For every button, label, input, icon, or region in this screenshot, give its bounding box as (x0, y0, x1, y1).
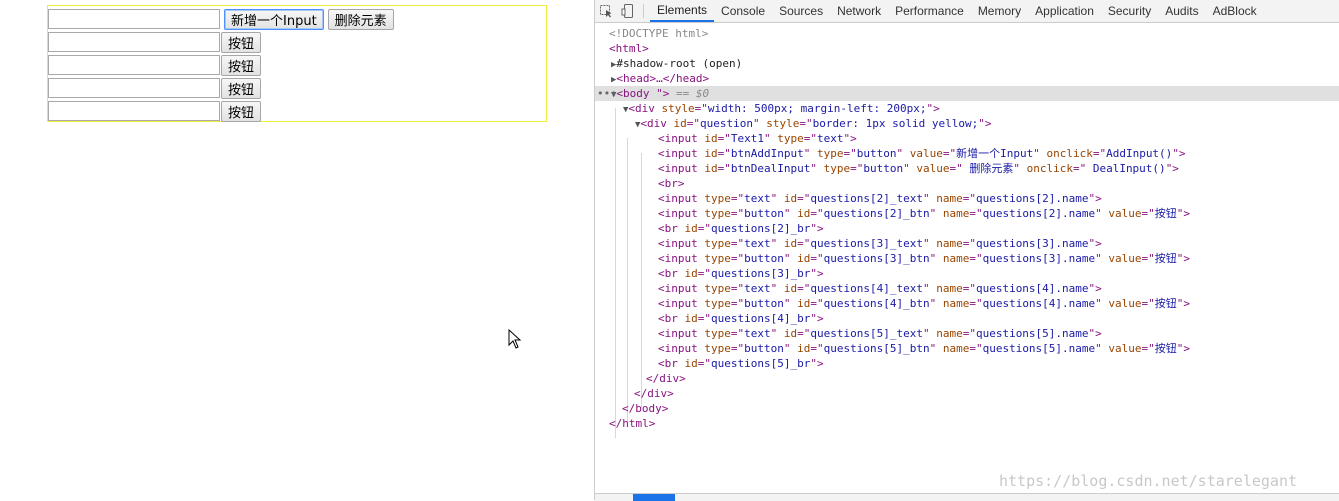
question-5-text-input[interactable] (48, 101, 220, 121)
mouse-cursor-icon (508, 328, 522, 353)
dom-node[interactable]: <input type="text" id="questions[2]_text… (595, 191, 1339, 206)
dom-node[interactable]: <input id="btnDealInput" type="button" v… (595, 161, 1339, 176)
question-row: 按钮 (48, 100, 262, 122)
dom-tree: <!DOCTYPE html> <html> ▶#shadow-root (op… (595, 26, 1339, 438)
dom-node[interactable]: <input type="text" id="questions[5]_text… (595, 326, 1339, 341)
first-row: 新增一个Input 删除元素 (48, 8, 394, 30)
tab-sources[interactable]: Sources (772, 0, 830, 22)
tab-audits[interactable]: Audits (1158, 0, 1205, 22)
rendered-page: 新增一个Input 删除元素 按钮 按钮 按钮 按钮 (0, 0, 594, 500)
dom-node[interactable]: ▼<div id="question" style="border: 1px s… (595, 116, 1339, 131)
dom-node[interactable]: ▼<div style="width: 500px; margin-left: … (595, 101, 1339, 116)
tab-console[interactable]: Console (714, 0, 772, 22)
dom-node[interactable]: <input type="button" id="questions[4]_bt… (595, 296, 1339, 311)
question-3-text-input[interactable] (48, 55, 220, 75)
dom-node[interactable]: <input type="text" id="questions[3]_text… (595, 236, 1339, 251)
dom-node[interactable]: </html> (595, 416, 1339, 431)
tab-elements[interactable]: Elements (650, 0, 715, 22)
dom-node[interactable]: <br id="questions[3]_br"> (595, 266, 1339, 281)
device-toolbar-icon[interactable] (617, 0, 639, 22)
dom-node[interactable]: <input type="button" id="questions[5]_bt… (595, 341, 1339, 356)
question-row: 按钮 (48, 77, 262, 99)
question-container: 新增一个Input 删除元素 按钮 按钮 按钮 按钮 (47, 5, 547, 122)
question-4-text-input[interactable] (48, 78, 220, 98)
devtools-panel: Elements Console Sources Network Perform… (594, 0, 1339, 501)
tab-adblock[interactable]: AdBlock (1206, 0, 1264, 22)
dom-node[interactable]: ▶#shadow-root (open) (595, 56, 1339, 71)
dom-node[interactable]: <input id="btnAddInput" type="button" va… (595, 146, 1339, 161)
dom-node[interactable]: <br id="questions[4]_br"> (595, 311, 1339, 326)
question-2-button[interactable]: 按钮 (221, 31, 262, 53)
dom-node[interactable]: <input type="text" id="questions[4]_text… (595, 281, 1339, 296)
question-5-button[interactable]: 按钮 (221, 100, 262, 122)
tab-memory[interactable]: Memory (971, 0, 1028, 22)
dom-node[interactable]: <input type="button" id="questions[3]_bt… (595, 251, 1339, 266)
dom-node[interactable]: <br id="questions[2]_br"> (595, 221, 1339, 236)
watermark: https://blog.csdn.net/starelegant (999, 472, 1298, 490)
question-3-button[interactable]: 按钮 (221, 54, 262, 76)
question-row: 按钮 (48, 54, 262, 76)
devtools-toolbar: Elements Console Sources Network Perform… (595, 0, 1339, 23)
dom-node[interactable]: </div> (595, 386, 1339, 401)
add-input-button[interactable]: 新增一个Input (224, 8, 324, 30)
tab-performance[interactable]: Performance (888, 0, 971, 22)
question-row: 按钮 (48, 31, 262, 53)
dom-node[interactable]: <br> (595, 176, 1339, 191)
dom-node[interactable]: <input id="Text1" type="text"> (595, 131, 1339, 146)
delete-element-button[interactable]: 删除元素 (327, 8, 394, 30)
dom-node[interactable]: ▶<head>…</head> (595, 71, 1339, 86)
dom-node[interactable]: <br id="questions[5]_br"> (595, 356, 1339, 371)
tab-network[interactable]: Network (830, 0, 888, 22)
dom-node[interactable]: </div> (595, 371, 1339, 386)
dom-node[interactable]: <!DOCTYPE html> (595, 26, 1339, 41)
dom-node[interactable]: <input type="button" id="questions[2]_bt… (595, 206, 1339, 221)
dom-node[interactable]: <html> (595, 41, 1339, 56)
tab-application[interactable]: Application (1028, 0, 1101, 22)
question-2-text-input[interactable] (48, 32, 220, 52)
text1-input[interactable] (48, 9, 220, 29)
toolbar-divider (643, 4, 644, 18)
inspect-element-icon[interactable] (595, 0, 617, 22)
dom-node-selected[interactable]: ••• ▼<body "> == $0 (595, 86, 1339, 101)
dom-node[interactable]: </body> (595, 401, 1339, 416)
question-4-button[interactable]: 按钮 (221, 77, 262, 99)
tab-security[interactable]: Security (1101, 0, 1158, 22)
